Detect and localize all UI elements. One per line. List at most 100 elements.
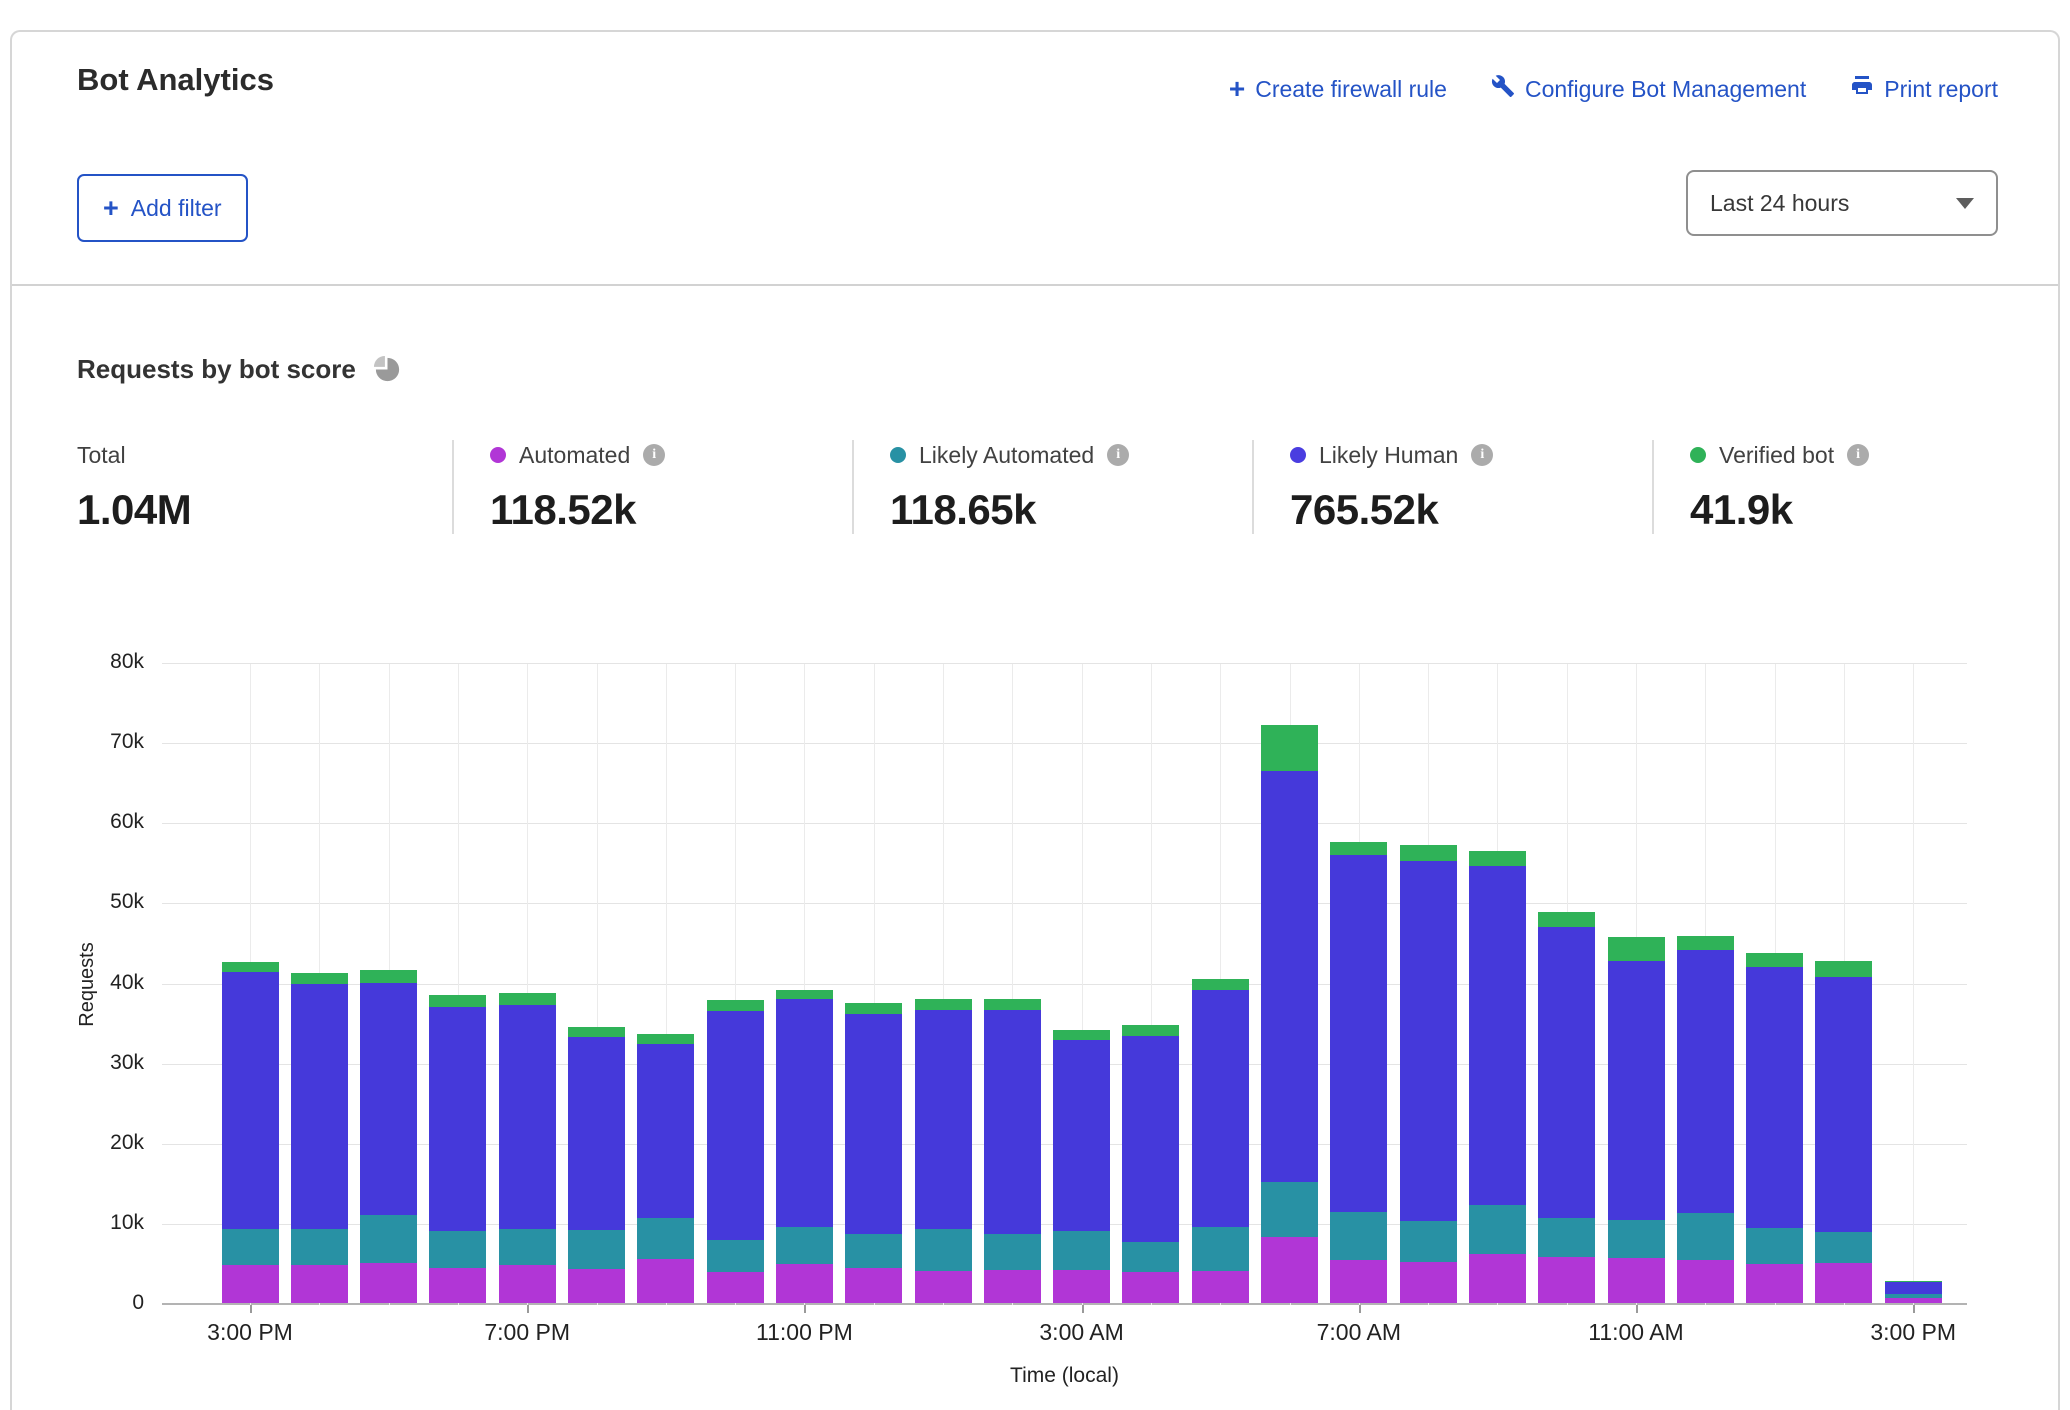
bar-segment-likely-human[interactable] [1400,861,1457,1222]
stacked-bar-4-00-am[interactable] [1122,1025,1179,1303]
bar-segment-verified-bot[interactable] [429,995,486,1007]
bar-segment-likely-automated[interactable] [1608,1220,1665,1258]
stacked-bar-1-00-pm[interactable] [1746,953,1803,1303]
bar-segment-likely-automated[interactable] [499,1229,556,1265]
stacked-bar-8-00-am[interactable] [1400,845,1457,1303]
bar-segment-likely-human[interactable] [1885,1282,1942,1294]
bar-segment-verified-bot[interactable] [222,962,279,972]
bar-segment-automated[interactable] [1885,1298,1942,1303]
stacked-bar-12-00-am[interactable] [845,1003,902,1303]
bar-segment-likely-human[interactable] [1746,967,1803,1228]
bar-segment-likely-automated[interactable] [1400,1221,1457,1262]
bar-segment-likely-human[interactable] [1053,1040,1110,1231]
bar-segment-automated[interactable] [568,1269,625,1303]
bar-segment-likely-automated[interactable] [1330,1212,1387,1259]
bar-segment-likely-human[interactable] [222,972,279,1229]
bar-segment-likely-automated[interactable] [1677,1213,1734,1259]
bar-segment-verified-bot[interactable] [637,1034,694,1044]
bar-segment-likely-human[interactable] [1815,977,1872,1232]
bar-segment-verified-bot[interactable] [1400,845,1457,861]
stacked-bar-2-00-am[interactable] [984,999,1041,1303]
bar-segment-likely-automated[interactable] [984,1234,1041,1270]
bar-segment-likely-automated[interactable] [1122,1242,1179,1272]
bar-segment-verified-bot[interactable] [776,990,833,999]
create-firewall-rule-link[interactable]: + Create firewall rule [1229,75,1447,103]
bar-segment-automated[interactable] [637,1259,694,1303]
bar-segment-likely-automated[interactable] [1192,1227,1249,1271]
bar-segment-automated[interactable] [1400,1262,1457,1303]
bar-segment-verified-bot[interactable] [568,1027,625,1037]
bar-segment-likely-human[interactable] [1122,1036,1179,1242]
bar-segment-verified-bot[interactable] [360,970,417,983]
stacked-bar-5-00-am[interactable] [1192,979,1249,1303]
bar-segment-likely-automated[interactable] [1746,1228,1803,1264]
bar-segment-likely-automated[interactable] [429,1231,486,1268]
bar-segment-likely-human[interactable] [915,1010,972,1230]
bar-segment-likely-human[interactable] [1538,927,1595,1218]
add-filter-button[interactable]: + Add filter [77,174,248,242]
stacked-bar-3-00-am[interactable] [1053,1030,1110,1303]
bar-segment-likely-automated[interactable] [845,1234,902,1268]
stacked-bar-1-00-am[interactable] [915,999,972,1303]
bar-segment-automated[interactable] [1122,1272,1179,1303]
bar-segment-automated[interactable] [429,1268,486,1303]
bar-segment-verified-bot[interactable] [707,1000,764,1011]
bar-segment-automated[interactable] [845,1268,902,1303]
bar-segment-likely-automated[interactable] [915,1229,972,1271]
bar-segment-verified-bot[interactable] [1538,912,1595,927]
bar-segment-likely-automated[interactable] [291,1229,348,1264]
bar-segment-automated[interactable] [776,1264,833,1303]
bar-segment-automated[interactable] [222,1265,279,1303]
bar-segment-likely-human[interactable] [291,984,348,1229]
bar-segment-verified-bot[interactable] [1330,842,1387,856]
bar-segment-automated[interactable] [1053,1270,1110,1303]
bar-segment-automated[interactable] [499,1265,556,1303]
time-range-select[interactable]: Last 24 hours [1686,170,1998,236]
stacked-bar-7-00-am[interactable] [1330,842,1387,1303]
stacked-bar-7-00-pm[interactable] [499,993,556,1303]
info-icon[interactable]: i [1107,444,1129,466]
bar-segment-verified-bot[interactable] [845,1003,902,1013]
stacked-bar-9-00-pm[interactable] [637,1034,694,1303]
bar-segment-automated[interactable] [707,1272,764,1303]
bar-segment-verified-bot[interactable] [1192,979,1249,989]
bar-segment-likely-human[interactable] [984,1010,1041,1234]
bar-segment-likely-human[interactable] [1677,950,1734,1214]
bar-segment-likely-human[interactable] [1608,961,1665,1220]
bar-segment-automated[interactable] [360,1263,417,1303]
bar-segment-verified-bot[interactable] [1261,725,1318,771]
stacked-bar-11-00-am[interactable] [1608,937,1665,1303]
bar-segment-likely-automated[interactable] [1538,1218,1595,1257]
stacked-bar-8-00-pm[interactable] [568,1027,625,1303]
bar-segment-likely-automated[interactable] [707,1240,764,1272]
bar-segment-automated[interactable] [1538,1257,1595,1303]
bar-segment-automated[interactable] [291,1265,348,1303]
stacked-bar-9-00-am[interactable] [1469,851,1526,1303]
bar-segment-likely-human[interactable] [707,1011,764,1239]
bar-segment-likely-human[interactable] [1330,855,1387,1212]
print-report-link[interactable]: Print report [1850,74,1998,104]
bar-segment-likely-automated[interactable] [1053,1231,1110,1270]
stacked-bar-2-00-pm[interactable] [1815,961,1872,1303]
bar-segment-likely-automated[interactable] [1469,1205,1526,1254]
bar-segment-likely-human[interactable] [845,1014,902,1234]
bar-segment-automated[interactable] [1469,1254,1526,1303]
bar-segment-verified-bot[interactable] [499,993,556,1005]
stacked-bar-4-00-pm[interactable] [291,973,348,1303]
bar-segment-automated[interactable] [1330,1260,1387,1303]
info-icon[interactable]: i [643,444,665,466]
info-icon[interactable]: i [1847,444,1869,466]
bar-segment-verified-bot[interactable] [984,999,1041,1010]
bar-segment-automated[interactable] [984,1270,1041,1303]
stacked-bar-12-00-pm[interactable] [1677,936,1734,1303]
stacked-bar-6-00-pm[interactable] [429,995,486,1303]
bar-segment-likely-human[interactable] [1469,866,1526,1205]
stacked-bar-10-00-pm[interactable] [707,1000,764,1303]
bar-segment-verified-bot[interactable] [1469,851,1526,866]
bar-segment-likely-automated[interactable] [222,1229,279,1265]
info-icon[interactable]: i [1471,444,1493,466]
configure-bot-management-link[interactable]: Configure Bot Management [1491,74,1806,104]
bar-segment-automated[interactable] [1746,1264,1803,1303]
bar-segment-verified-bot[interactable] [291,973,348,984]
bar-segment-automated[interactable] [1815,1263,1872,1303]
